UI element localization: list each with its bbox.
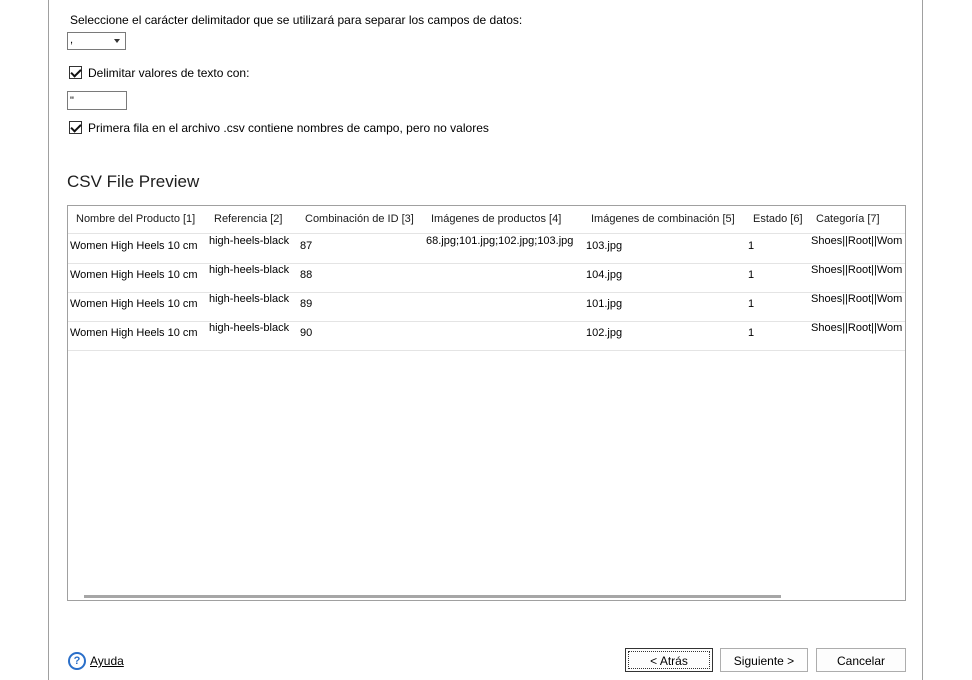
delimiter-label: Seleccione el carácter delimitador que s… — [70, 13, 523, 27]
horizontal-scrollbar[interactable] — [84, 595, 781, 598]
cell-category: Shoes||Root||Wom — [811, 235, 903, 247]
csv-preview-grid[interactable]: Nombre del Producto [1] Referencia [2] C… — [67, 205, 906, 601]
csv-preview-title: CSV File Preview — [67, 172, 200, 191]
cell-category: Shoes||Root||Wom — [811, 293, 903, 305]
text-qualifier-label: Delimitar valores de texto con: — [88, 66, 250, 80]
column-header-reference[interactable]: Referencia [2] — [214, 206, 282, 233]
help-label[interactable]: Ayuda — [90, 654, 124, 668]
cell-combination-images: 101.jpg — [586, 298, 623, 310]
column-header-combination-id[interactable]: Combinación de ID [3] — [305, 206, 414, 233]
text-qualifier-checkbox[interactable] — [69, 66, 82, 79]
cell-combination-id: 89 — [300, 298, 313, 310]
checkmark-icon — [70, 121, 82, 133]
text-qualifier-input[interactable] — [68, 92, 126, 109]
first-row-header-label: Primera fila en el archivo .csv contiene… — [88, 121, 489, 135]
cell-combination-id: 88 — [300, 269, 313, 281]
table-row[interactable]: Women High Heels 10 cm high-heels-black … — [68, 263, 905, 293]
cell-product-images: 68.jpg;101.jpg;102.jpg;103.jpg — [426, 235, 574, 247]
cell-product-name: Women High Heels 10 cm — [70, 240, 198, 252]
delimiter-selected-value: , — [70, 34, 74, 46]
delimiter-select[interactable]: , — [67, 32, 126, 50]
column-header-product-name[interactable]: Nombre del Producto [1] — [76, 206, 195, 233]
cancel-button[interactable]: Cancelar — [816, 648, 906, 672]
cell-status: 1 — [748, 240, 755, 252]
import-wizard-window: Seleccione el carácter delimitador que s… — [48, 0, 923, 680]
checkmark-icon — [70, 66, 82, 78]
back-button[interactable]: < Atrás — [625, 648, 713, 672]
column-header-status[interactable]: Estado [6] — [753, 206, 803, 233]
column-header-category[interactable]: Categoría [7] — [816, 206, 880, 233]
table-row[interactable]: Women High Heels 10 cm high-heels-black … — [68, 292, 905, 322]
cell-combination-images: 103.jpg — [586, 240, 623, 252]
cell-product-name: Women High Heels 10 cm — [70, 269, 198, 281]
cell-product-name: Women High Heels 10 cm — [70, 298, 198, 310]
cell-category: Shoes||Root||Wom — [811, 322, 903, 334]
cell-combination-images: 102.jpg — [586, 327, 623, 339]
help-icon[interactable]: ? — [68, 652, 86, 670]
cell-product-name: Women High Heels 10 cm — [70, 327, 198, 339]
next-button[interactable]: Siguiente > — [720, 648, 808, 672]
cell-reference: high-heels-black — [209, 264, 290, 276]
cell-combination-id: 87 — [300, 240, 313, 252]
text-qualifier-field[interactable] — [67, 91, 127, 110]
cell-status: 1 — [748, 327, 755, 339]
cell-combination-id: 90 — [300, 327, 313, 339]
cell-reference: high-heels-black — [209, 322, 290, 334]
column-header-combination-images[interactable]: Imágenes de combinación [5] — [591, 206, 735, 233]
table-row[interactable]: Women High Heels 10 cm high-heels-black … — [68, 234, 905, 264]
column-header-product-images[interactable]: Imágenes de productos [4] — [431, 206, 561, 233]
cell-category: Shoes||Root||Wom — [811, 264, 903, 276]
cell-status: 1 — [748, 298, 755, 310]
cell-combination-images: 104.jpg — [586, 269, 623, 281]
first-row-header-checkbox[interactable] — [69, 121, 82, 134]
cell-reference: high-heels-black — [209, 293, 290, 305]
help-link[interactable]: ? Ayuda — [68, 652, 124, 670]
table-row[interactable]: Women High Heels 10 cm high-heels-black … — [68, 321, 905, 351]
cell-reference: high-heels-black — [209, 235, 290, 247]
cell-status: 1 — [748, 269, 755, 281]
chevron-down-icon[interactable] — [114, 39, 120, 43]
